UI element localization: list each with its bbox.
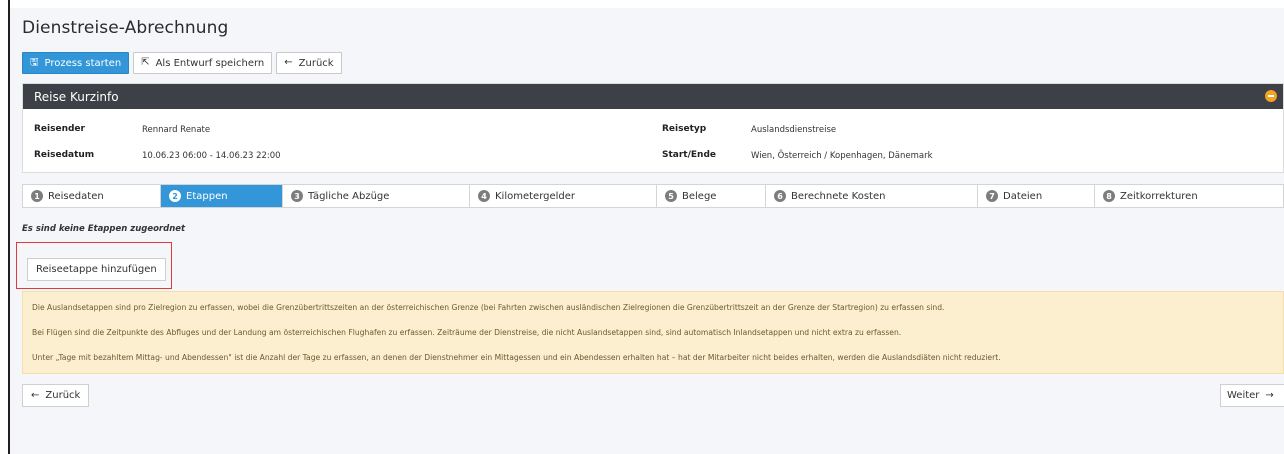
page-title: Dienstreise-Abrechnung <box>22 18 229 38</box>
info-box: Die Auslandsetappen sind pro Zielregion … <box>22 291 1284 374</box>
panel-title: Reise Kurzinfo <box>34 89 119 104</box>
travel-date-label: Reisedatum <box>34 150 95 160</box>
tab-label: Tägliche Abzüge <box>308 190 390 202</box>
info-text-2: Bei Flügen sind die Zeitpunkte des Abflu… <box>32 328 902 337</box>
tab-reisedaten[interactable]: 1 Reisedaten <box>23 185 161 207</box>
traveler-label: Reisender <box>34 124 85 134</box>
travel-type-label: Reisetyp <box>662 124 707 134</box>
toolbar: 🖫 Prozess starten ⇱ Als Entwurf speicher… <box>22 52 342 74</box>
info-text-1: Die Auslandsetappen sind pro Zielregion … <box>32 303 945 312</box>
step-number-icon: 6 <box>774 190 786 202</box>
back-nav-label: Zurück <box>45 390 81 401</box>
start-end-value: Wien, Österreich / Kopenhagen, Dänemark <box>751 151 933 161</box>
arrow-left-icon: ← <box>31 390 40 401</box>
tab-label: Kilometergelder <box>495 190 576 202</box>
tab-dateien[interactable]: 7 Dateien <box>978 185 1095 207</box>
tab-taegliche-abzuege[interactable]: 3 Tägliche Abzüge <box>283 185 470 207</box>
next-nav-label: Weiter <box>1227 390 1260 401</box>
next-nav-button[interactable]: Weiter → <box>1220 384 1284 407</box>
tab-label: Reisedaten <box>48 190 104 202</box>
travel-type-value: Auslandsdienstreise <box>751 125 837 135</box>
traveler-value: Rennard Renate <box>142 125 211 135</box>
save-icon: 🖫 <box>30 57 39 68</box>
tab-kilometergelder[interactable]: 4 Kilometergelder <box>470 185 657 207</box>
step-number-icon: 3 <box>291 190 303 202</box>
step-number-icon: 8 <box>1103 190 1115 202</box>
panel-header: Reise Kurzinfo <box>23 84 1283 109</box>
tab-label: Berechnete Kosten <box>791 190 886 202</box>
step-tabs: 1 Reisedaten 2 Etappen 3 Tägliche Abzüge… <box>22 184 1284 208</box>
travel-date-value: 10.06.23 06:00 - 14.06.23 22:00 <box>142 151 281 161</box>
share-icon: ⇱ <box>141 57 150 68</box>
save-draft-label: Als Entwurf speichern <box>155 57 265 69</box>
tab-label: Zeitkorrekturen <box>1120 190 1198 202</box>
tab-label: Belege <box>682 190 717 202</box>
back-label: Zurück <box>298 57 334 69</box>
arrow-left-icon: ← <box>284 57 293 68</box>
save-draft-button[interactable]: ⇱ Als Entwurf speichern <box>133 52 273 74</box>
empty-stages-note: Es sind keine Etappen zugeordnet <box>22 224 186 234</box>
step-number-icon: 1 <box>31 190 43 202</box>
tab-berechnete-kosten[interactable]: 6 Berechnete Kosten <box>766 185 978 207</box>
step-number-icon: 4 <box>478 190 490 202</box>
back-button[interactable]: ← Zurück <box>276 52 342 74</box>
step-number-icon: 2 <box>169 190 181 202</box>
highlight-box: Reiseetappe hinzufügen <box>16 242 172 289</box>
collapse-icon[interactable] <box>1265 90 1277 102</box>
tab-label: Etappen <box>186 190 228 202</box>
add-stage-button[interactable]: Reiseetappe hinzufügen <box>27 258 166 281</box>
info-text-3: Unter „Tage mit bezahltem Mittag- und Ab… <box>32 353 1001 362</box>
tab-label: Dateien <box>1003 190 1043 202</box>
step-number-icon: 7 <box>986 190 998 202</box>
tab-etappen[interactable]: 2 Etappen <box>161 185 283 207</box>
step-number-icon: 5 <box>665 190 677 202</box>
trip-summary-panel: Reise Kurzinfo Reisender Rennard Renate … <box>22 83 1284 173</box>
tab-belege[interactable]: 5 Belege <box>657 185 766 207</box>
tab-zeitkorrekturen[interactable]: 8 Zeitkorrekturen <box>1095 185 1283 207</box>
arrow-right-icon: → <box>1265 390 1274 401</box>
start-process-button[interactable]: 🖫 Prozess starten <box>22 52 130 74</box>
start-process-label: Prozess starten <box>44 57 122 69</box>
back-nav-button[interactable]: ← Zurück <box>22 384 90 407</box>
page-content: Dienstreise-Abrechnung 🖫 Prozess starten… <box>10 8 1284 454</box>
start-end-label: Start/Ende <box>662 150 716 160</box>
